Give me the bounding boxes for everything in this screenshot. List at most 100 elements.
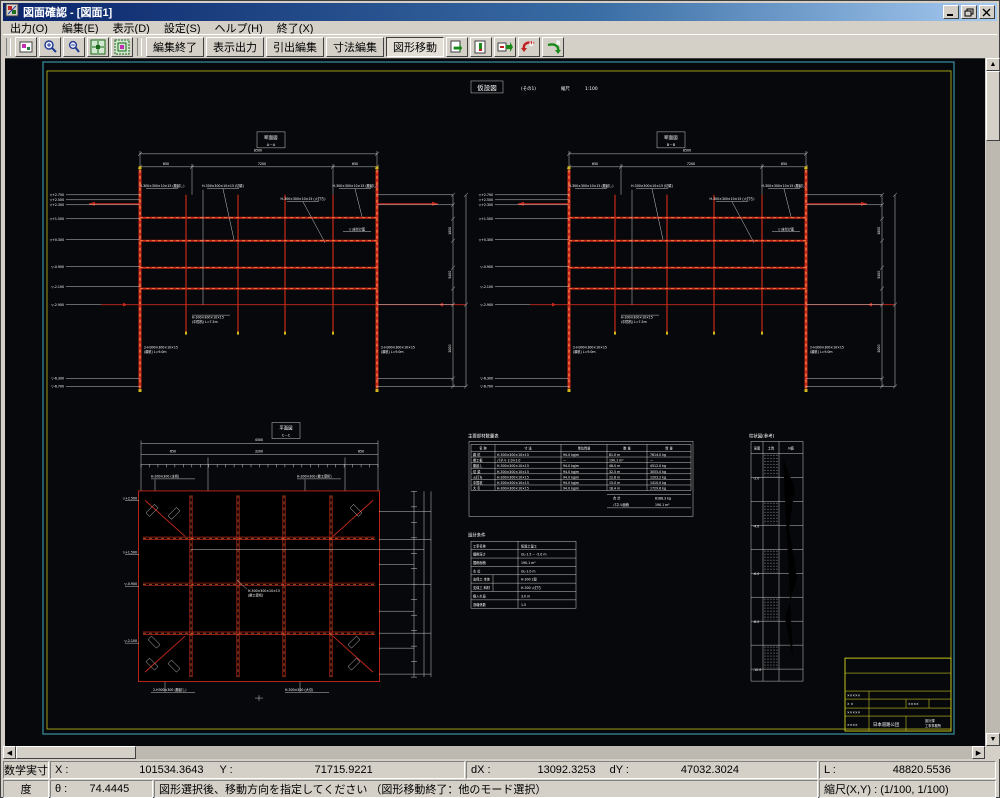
theta-readout: θ : 74.4445 — [50, 780, 153, 798]
x-value: 101534.3643 — [68, 764, 203, 776]
app-window: 図面確認 - [図面1] 出力(O) 編集(E) 表示(D) 設定(S) ヘルプ… — [0, 0, 1000, 798]
minimize-button[interactable] — [943, 5, 959, 19]
leader-edit-button[interactable]: 引出編集 — [266, 37, 324, 57]
svg-text:H-300×300×10×15: H-300×300×10×15 — [497, 475, 529, 479]
svg-text:18.4 m: 18.4 m — [609, 487, 620, 491]
plan-view: 平面図 C－C 4500 6503200650 H-300×300 (主桁)H-… — [123, 422, 431, 701]
svg-text:土質: 土質 — [768, 445, 775, 450]
layer-bar-icon — [473, 39, 489, 55]
shape-move-button[interactable]: 図形移動 — [386, 37, 444, 57]
svg-text:-4.0: -4.0 — [753, 524, 759, 528]
section-b-label: 断面図 B－B — [657, 132, 685, 148]
y-label: Y : — [219, 764, 232, 776]
status-bar: 数学実寸 X : 101534.3643 Y : 71715.9221 dX :… — [3, 760, 997, 798]
svg-text:H-300×300 (主桁): H-300×300 (主桁) — [151, 473, 179, 478]
svg-text:C－C: C－C — [282, 433, 291, 437]
title-bar: 図面確認 - [図面1] — [3, 3, 997, 21]
vertical-scrollbar[interactable]: ▲ ▼ — [986, 58, 1000, 746]
vertical-scroll-thumb[interactable] — [986, 71, 1000, 141]
toolbar: 編集終了 表示出力 引出編集 寸法編集 図形移動 U R — [3, 34, 997, 58]
undo-icon: U — [520, 39, 538, 55]
copy-page-button[interactable] — [446, 37, 468, 57]
scroll-down-button[interactable]: ▼ — [986, 733, 1000, 746]
svg-text:断面図: 断面図 — [664, 134, 677, 141]
svg-text:▽-2.100: ▽-2.100 — [124, 639, 137, 643]
zoom-window-icon — [114, 39, 130, 55]
section-a-label: 断面図 A－A — [257, 132, 285, 148]
mode-label: 数学実寸 — [3, 761, 49, 779]
svg-text:GL-1.0 m: GL-1.0 m — [521, 569, 536, 573]
redo-button[interactable]: R — [542, 37, 564, 57]
svg-text:支保工 本体: 支保工 本体 — [473, 577, 491, 582]
svg-text:7614.0 kg: 7614.0 kg — [650, 453, 666, 457]
scroll-up-button[interactable]: ▲ — [986, 58, 1000, 71]
svg-text:GL-1.5 ~ -5.0 m: GL-1.5 ~ -5.0 m — [521, 553, 546, 557]
svg-text:R: R — [556, 40, 561, 47]
horizontal-scroll-thumb[interactable] — [16, 746, 136, 759]
svg-text:48.0 m: 48.0 m — [609, 464, 620, 468]
svg-text:N値: N値 — [788, 445, 794, 450]
svg-text:単位質量: 単位質量 — [578, 445, 592, 450]
svg-text:H-300×300 (覆工受桁): H-300×300 (覆工受桁) — [297, 473, 332, 478]
svg-text:-10.0: -10.0 — [753, 668, 761, 672]
dimension-edit-button[interactable]: 寸法編集 — [326, 37, 384, 57]
delta-readout: dX : 13092.3253 dY : 47032.3024 — [466, 761, 818, 779]
horizontal-scroll-track[interactable] — [136, 746, 972, 759]
svg-text:数 量: 数 量 — [623, 445, 631, 450]
svg-text:H-300×300×10×15: H-300×300×10×15 — [497, 453, 529, 457]
scroll-right-button[interactable]: ▶ — [972, 746, 985, 759]
svg-text:仮設図: 仮設図 — [477, 83, 496, 92]
layer-bar-button[interactable] — [470, 37, 492, 57]
svg-text:× ×: × × — [847, 702, 854, 706]
svg-text:×××××: ××××× — [847, 694, 861, 698]
svg-text:断面図: 断面図 — [264, 134, 277, 141]
section-b-view — [479, 148, 897, 392]
svg-text:1:100: 1:100 — [585, 86, 598, 92]
zoom-window-button[interactable] — [111, 37, 133, 57]
svg-text:94.0 kg/m: 94.0 kg/m — [563, 453, 579, 457]
svg-text:12.8 m: 12.8 m — [609, 475, 620, 479]
svg-text:割増係数: 割増係数 — [473, 602, 487, 607]
undo-button[interactable]: U — [518, 37, 540, 57]
svg-text:パネル面積: パネル面積 — [613, 502, 630, 507]
svg-text:日本道路公団: 日本道路公団 — [873, 721, 900, 728]
svg-text:3055.0 kg: 3055.0 kg — [650, 470, 666, 474]
zoom-in-button[interactable] — [39, 37, 61, 57]
close-button[interactable] — [979, 5, 995, 19]
svg-text:94.0 kg/m: 94.0 kg/m — [563, 470, 579, 474]
scroll-left-button[interactable]: ◀ — [3, 746, 16, 759]
drawing-canvas[interactable]: 8500 6507200650 — [5, 58, 985, 746]
horizontal-scrollbar[interactable]: ◀ ▶ — [3, 746, 985, 759]
svg-text:H-300×300×10×15: H-300×300×10×15 — [497, 481, 529, 485]
svg-text:H-300×300×10×15: H-300×300×10×15 — [248, 589, 280, 593]
insert-arrow-button[interactable] — [494, 37, 516, 57]
toolbar-handle — [6, 38, 11, 56]
dy-value: 47032.3024 — [629, 764, 739, 776]
svg-text:—: — — [650, 459, 654, 463]
svg-text:-2.0: -2.0 — [753, 476, 759, 480]
svg-text:1729.6 kg: 1729.6 kg — [650, 487, 666, 491]
display-output-button[interactable]: 表示出力 — [206, 37, 264, 57]
quantity-table: 主要部材数量表 名 称寸 法単位質量数 量質 量 親 杭H-300×300×10… — [468, 432, 693, 516]
edit-end-button[interactable]: 編集終了 — [146, 37, 204, 57]
svg-text:工事事務所: 工事事務所 — [925, 723, 942, 728]
svg-text:4512.0 kg: 4512.0 kg — [650, 464, 666, 468]
svg-text:190.1 m²: 190.1 m² — [655, 503, 670, 507]
preview-button[interactable] — [15, 37, 37, 57]
svg-text:H-300×300×10×15: H-300×300×10×15 — [497, 464, 529, 468]
svg-text:深度: 深度 — [754, 445, 761, 450]
svg-text:覆工板: 覆工板 — [473, 458, 483, 463]
svg-text:水 位: 水 位 — [473, 568, 481, 573]
fit-view-button[interactable] — [87, 37, 109, 57]
svg-text:▽+2.500: ▽+2.500 — [123, 496, 137, 500]
restore-button[interactable] — [961, 5, 977, 19]
angle-unit-label: 度 — [3, 780, 49, 798]
svg-text:—: — — [563, 459, 567, 463]
svg-text:▽+1.500: ▽+1.500 — [123, 550, 137, 554]
svg-text:650: 650 — [170, 449, 176, 453]
svg-text:根入れ長: 根入れ長 — [473, 593, 487, 598]
zoom-out-icon — [66, 39, 82, 55]
svg-text:仮設土留工: 仮設土留工 — [521, 543, 538, 548]
svg-text:94.0 kg/m: 94.0 kg/m — [563, 487, 579, 491]
zoom-out-button[interactable] — [63, 37, 85, 57]
